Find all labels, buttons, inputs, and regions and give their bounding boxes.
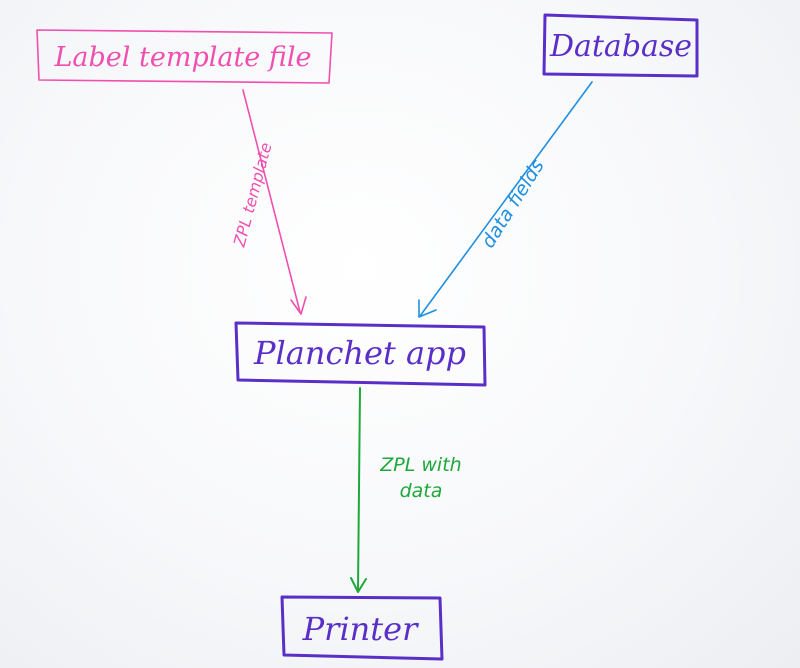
zpl-with-data-label-line2: data [400, 480, 443, 502]
node-database: Database [542, 13, 699, 78]
zpl-template-label: ZPL template [229, 140, 275, 249]
edge-zpl-template: ZPL template [229, 89, 307, 315]
database-text: Database [549, 29, 692, 64]
edge-zpl-with-data: ZPL with data [350, 387, 462, 593]
edge-data-fields: data fields [418, 81, 593, 318]
label-template-file-text: Label template file [54, 42, 312, 73]
node-label-template-file: Label template file [36, 29, 333, 84]
planchet-app-text: Planchet app [253, 334, 466, 372]
zpl-with-data-arrow-line [357, 387, 361, 590]
data-fields-label: data fields [477, 155, 549, 252]
zpl-with-data-label-line1: ZPL with [379, 454, 461, 476]
printer-text: Printer [302, 610, 419, 648]
node-printer: Printer [280, 595, 444, 661]
whiteboard-diagram: Label template file Database Planchet ap… [36, 13, 699, 661]
node-planchet-app: Planchet app [234, 321, 487, 387]
